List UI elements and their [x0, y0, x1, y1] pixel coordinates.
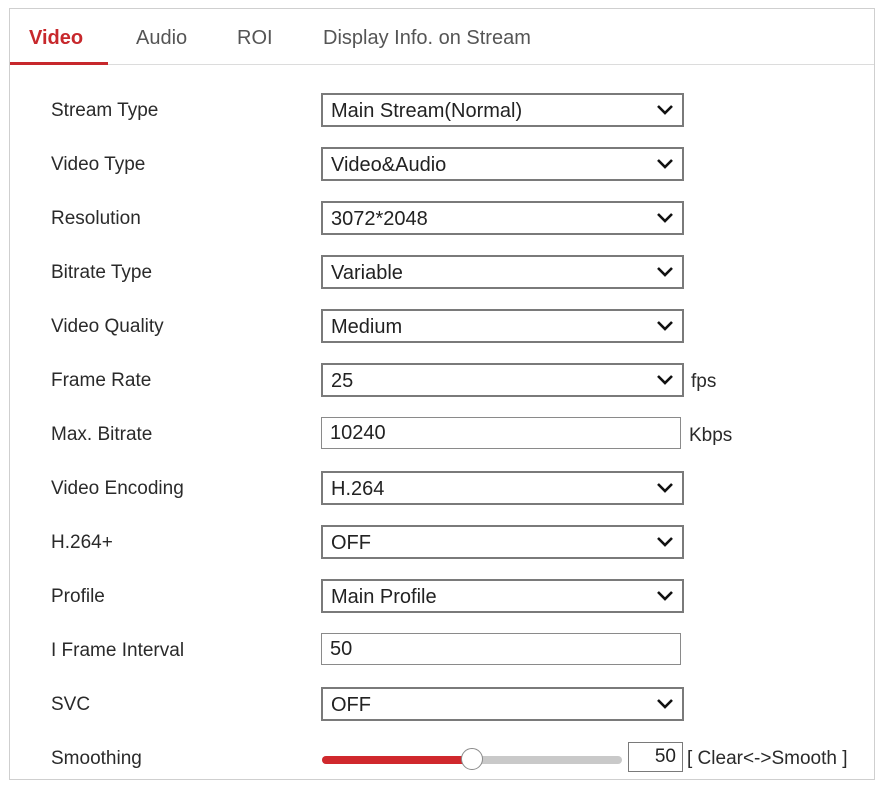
smoothing-value-input[interactable]: [629, 743, 682, 771]
video-type-row: Video Type Video&Audio: [10, 145, 874, 185]
smoothing-slider-track[interactable]: [322, 748, 622, 770]
video-settings-panel: Video Audio ROI Display Info. on Stream …: [9, 8, 875, 780]
tab-audio[interactable]: Audio: [136, 27, 187, 50]
bitrate-type-select[interactable]: Variable: [321, 255, 684, 289]
svc-value: OFF: [331, 694, 371, 716]
max-bitrate-field-box: [321, 417, 681, 449]
smoothing-slider-fill: [322, 756, 472, 764]
max-bitrate-row: Max. Bitrate Kbps: [10, 415, 874, 455]
frame-rate-select[interactable]: 25: [321, 363, 684, 397]
smoothing-slider-thumb[interactable]: [461, 748, 483, 770]
stream-type-value: Main Stream(Normal): [331, 100, 523, 122]
smoothing-row: Smoothing [ Clear<->Smooth ]: [10, 737, 874, 777]
chevron-down-icon: [657, 105, 673, 115]
video-quality-row: Video Quality Medium: [10, 307, 874, 347]
tab-roi[interactable]: ROI: [237, 27, 273, 50]
frame-rate-unit: fps: [691, 371, 717, 392]
smoothing-hint: [ Clear<->Smooth ]: [687, 748, 848, 769]
tab-video[interactable]: Video: [29, 27, 83, 50]
profile-select[interactable]: Main Profile: [321, 579, 684, 613]
frame-rate-label: Frame Rate: [51, 370, 152, 391]
i-frame-interval-field-box: [321, 633, 681, 665]
i-frame-interval-input[interactable]: [322, 634, 680, 664]
max-bitrate-input[interactable]: [322, 418, 680, 448]
bitrate-type-value: Variable: [331, 262, 403, 284]
i-frame-interval-label: I Frame Interval: [51, 640, 185, 661]
video-encoding-value: H.264: [331, 478, 385, 500]
profile-label: Profile: [51, 586, 105, 607]
chevron-down-icon: [657, 159, 673, 169]
svc-label: SVC: [51, 694, 91, 715]
video-type-value: Video&Audio: [331, 154, 447, 176]
i-frame-interval-row: I Frame Interval: [10, 631, 874, 671]
h264-plus-value: OFF: [331, 532, 371, 554]
video-encoding-select[interactable]: H.264: [321, 471, 684, 505]
profile-value: Main Profile: [331, 586, 437, 608]
resolution-label: Resolution: [51, 208, 141, 229]
tab-display-info-on-stream[interactable]: Display Info. on Stream: [323, 27, 531, 50]
chevron-down-icon: [657, 483, 673, 493]
resolution-row: Resolution 3072*2048: [10, 199, 874, 239]
chevron-down-icon: [657, 699, 673, 709]
video-quality-select[interactable]: Medium: [321, 309, 684, 343]
chevron-down-icon: [657, 537, 673, 547]
video-type-select[interactable]: Video&Audio: [321, 147, 684, 181]
tab-bar: Video Audio ROI Display Info. on Stream: [10, 9, 874, 65]
resolution-select[interactable]: 3072*2048: [321, 201, 684, 235]
chevron-down-icon: [657, 375, 673, 385]
stream-type-label: Stream Type: [51, 100, 159, 121]
stream-type-row: Stream Type Main Stream(Normal): [10, 91, 874, 131]
video-encoding-row: Video Encoding H.264: [10, 469, 874, 509]
chevron-down-icon: [657, 213, 673, 223]
chevron-down-icon: [657, 591, 673, 601]
video-encoding-label: Video Encoding: [51, 478, 184, 499]
max-bitrate-label: Max. Bitrate: [51, 424, 153, 445]
frame-rate-value: 25: [331, 370, 354, 392]
chevron-down-icon: [657, 321, 673, 331]
video-quality-label: Video Quality: [51, 316, 164, 337]
bitrate-type-label: Bitrate Type: [51, 262, 153, 283]
max-bitrate-unit: Kbps: [689, 425, 733, 446]
frame-rate-row: Frame Rate 25 fps: [10, 361, 874, 401]
bitrate-type-row: Bitrate Type Variable: [10, 253, 874, 293]
svc-select[interactable]: OFF: [321, 687, 684, 721]
h264-plus-label: H.264+: [51, 532, 113, 553]
profile-row: Profile Main Profile: [10, 577, 874, 617]
svc-row: SVC OFF: [10, 685, 874, 725]
video-quality-value: Medium: [331, 316, 403, 338]
resolution-value: 3072*2048: [331, 208, 428, 230]
chevron-down-icon: [657, 267, 673, 277]
video-type-label: Video Type: [51, 154, 146, 175]
h264-plus-select[interactable]: OFF: [321, 525, 684, 559]
stream-type-select[interactable]: Main Stream(Normal): [321, 93, 684, 127]
active-tab-indicator: [10, 62, 108, 65]
smoothing-label: Smoothing: [51, 748, 142, 769]
smoothing-value-box: [628, 742, 683, 772]
h264-plus-row: H.264+ OFF: [10, 523, 874, 563]
